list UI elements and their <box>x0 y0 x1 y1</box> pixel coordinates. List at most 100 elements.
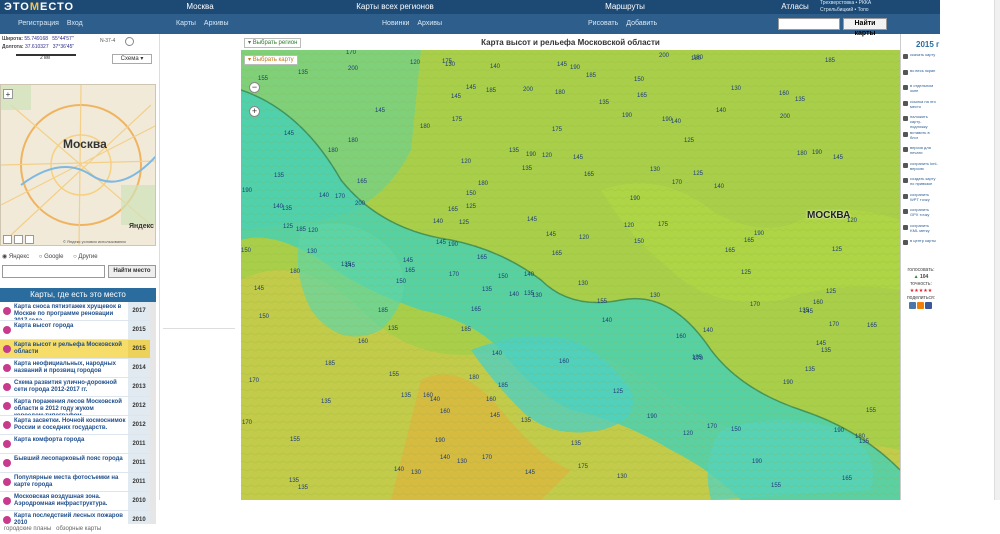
map-tool-link[interactable]: сохранить WPT точку <box>902 192 938 206</box>
map-list-item[interactable]: Карта поражения лесов Московской области… <box>0 397 150 416</box>
radio-google[interactable]: ○ Google <box>39 254 68 260</box>
page-scrollbar[interactable] <box>994 0 1000 500</box>
tool-icon <box>903 85 908 90</box>
map-tool-link[interactable]: создать карту по привязке <box>902 176 938 190</box>
elevation-label: 165 <box>842 476 853 482</box>
select-map-button[interactable]: ▾ Выбрать карту <box>244 55 298 65</box>
map-list-item[interactable]: Карта высот города 2015 <box>0 321 150 340</box>
accuracy-stars[interactable]: ★★★★★ <box>903 288 939 295</box>
map-zoom-out[interactable]: − <box>249 82 260 93</box>
routes-draw-link[interactable]: Рисовать <box>588 20 618 27</box>
map-list-item-title[interactable]: Карта сноса пятиэтажек хрущевок в Москве… <box>14 302 126 320</box>
login-link[interactable]: Вход <box>67 20 83 27</box>
map-list-item[interactable]: Бывший лесопарковый пояс города 2011 <box>0 454 150 473</box>
find-maps-button[interactable]: Найти карты <box>843 18 887 37</box>
map-tool-link[interactable]: сохранить GPX точку <box>902 207 938 221</box>
maps-list-scrollbar[interactable] <box>150 302 156 524</box>
site-logo[interactable]: ЭТОМЕСТО <box>4 1 74 13</box>
regions-archives-link[interactable]: Архивы <box>417 20 442 27</box>
elevation-label: 135 <box>341 262 352 268</box>
select-region-button[interactable]: ▾ Выбрать регион <box>244 38 302 48</box>
map-tool-link[interactable]: во весь экран <box>902 68 938 82</box>
ruler-icon[interactable] <box>25 235 34 244</box>
search-icon[interactable] <box>14 235 23 244</box>
thumbs-up-icon[interactable]: ▲ <box>914 274 919 280</box>
city-plans-link[interactable]: городские планы <box>4 526 51 532</box>
elevation-label: 190 <box>435 438 446 444</box>
map-tool-link[interactable]: наложить карту-подложку <box>902 114 938 129</box>
atlas-link-1[interactable]: Трехверстовка • РККА <box>820 0 871 7</box>
elevation-label: 135 <box>298 485 309 491</box>
elevation-map[interactable]: МОСКВА − + 135 140 145 160 180 140 175 165 145 14… <box>241 50 900 500</box>
map-list-item[interactable]: Карта комфорта города 2011 <box>0 435 150 454</box>
map-list-item-title[interactable]: Карта высот города <box>14 321 126 339</box>
elevation-label: 130 <box>731 86 742 92</box>
elevation-label: 190 <box>448 242 459 248</box>
elevation-label: 145 <box>816 341 827 347</box>
moscow-archives-link[interactable]: Архивы <box>204 20 229 27</box>
map-zoom-in[interactable]: + <box>249 106 260 117</box>
routes-add-link[interactable]: Добавить <box>626 20 657 27</box>
nav-section-all-regions[interactable]: Карты всех регионов <box>300 0 490 14</box>
nav-section-moscow[interactable]: Москва <box>160 0 240 14</box>
map-tool-link[interactable]: скачать карту <box>902 52 938 66</box>
facebook-share-icon[interactable] <box>925 302 932 309</box>
elevation-label: 145 <box>833 155 844 161</box>
map-tool-link[interactable]: сохранить kml-версию <box>902 161 938 175</box>
map-list-item[interactable]: Популярные места фотосъемки на карте гор… <box>0 473 150 492</box>
map-list-item[interactable]: Карта сноса пятиэтажек хрущевок в Москве… <box>0 302 150 321</box>
map-list-item-title[interactable]: Карта неофициальных, народных названий и… <box>14 359 126 377</box>
map-list-item[interactable]: Карта высот и рельефа Московской области… <box>0 340 150 359</box>
elevation-label: 135 <box>298 70 309 76</box>
map-list-item-title[interactable]: Московская воздушная зона. Аэродромная и… <box>14 492 126 510</box>
map-list-item-title[interactable]: Бывший лесопарковый пояс города <box>14 454 126 472</box>
elevation-label: 140 <box>492 351 503 357</box>
map-list-item-title[interactable]: Карта засветки. Ночной космоснимок Росси… <box>14 416 126 434</box>
radio-other[interactable]: ○ Другие <box>73 254 102 260</box>
compass-icon[interactable] <box>125 37 134 46</box>
elevation-label: 145 <box>284 131 295 137</box>
elevation-label: 155 <box>258 76 269 82</box>
map-list-item-title[interactable]: Карта высот и рельефа Московской области <box>14 340 126 358</box>
map-list-item-title[interactable]: Карта комфорта города <box>14 435 126 453</box>
regions-new-link[interactable]: Новинки <box>382 20 409 27</box>
vk-share-icon[interactable] <box>909 302 916 309</box>
elevation-label: 135 <box>521 418 532 424</box>
moscow-city-label: МОСКВА <box>807 210 851 221</box>
map-tool-link[interactable]: в центр карты <box>902 238 938 252</box>
map-tool-link[interactable]: в отдельном окне <box>902 83 938 97</box>
map-tool-link[interactable]: сохранить KML метку <box>902 223 938 237</box>
pin-icon[interactable] <box>3 235 12 244</box>
map-list-item[interactable]: Карта засветки. Ночной космоснимок Росси… <box>0 416 150 435</box>
nav-section-routes[interactable]: Маршруты <box>520 0 730 14</box>
mini-map-zoom-in[interactable]: + <box>3 89 13 99</box>
map-list-item-title[interactable]: Популярные места фотосъемки на карте гор… <box>14 473 126 491</box>
map-list-item-title[interactable]: Карта поражения лесов Московской области… <box>14 397 126 415</box>
map-bullet-icon <box>3 402 11 410</box>
map-list-item[interactable]: Карта последствий лесных пожаров 2010 201… <box>0 511 150 524</box>
map-list-item[interactable]: Карта неофициальных, народных названий и… <box>0 359 150 378</box>
mini-map-tools <box>3 235 51 245</box>
tool-icon <box>903 131 908 137</box>
mini-map[interactable]: + Москва Яндекс © Яндекс условия использ… <box>0 84 156 246</box>
map-list-item-title[interactable]: Схема развития улично-дорожной сети горо… <box>14 378 126 396</box>
find-place-button[interactable]: Найти место <box>108 265 156 278</box>
mini-map-roads <box>1 85 155 245</box>
map-tool-link[interactable]: версия для печати <box>902 145 938 159</box>
map-type-dropdown[interactable]: Схема ▾ <box>112 54 152 64</box>
map-tool-link[interactable]: ссылка на это место <box>902 99 938 113</box>
overview-maps-link[interactable]: обзорные карты <box>56 526 101 532</box>
map-list-item-year: 2012 <box>128 397 150 415</box>
map-list-item[interactable]: Московская воздушная зона. Аэродромная и… <box>0 492 150 511</box>
map-list-item-title[interactable]: Карта последствий лесных пожаров 2010 <box>14 511 126 524</box>
elevation-label: 135 <box>599 100 610 106</box>
ok-share-icon[interactable] <box>917 302 924 309</box>
map-tool-link[interactable]: вставить в блог <box>902 130 938 144</box>
register-link[interactable]: Регистрация <box>18 20 59 27</box>
moscow-maps-link[interactable]: Карты <box>176 20 196 27</box>
radio-yandex[interactable]: ◉ Яндекс <box>2 254 33 260</box>
site-search-input[interactable] <box>778 18 840 30</box>
atlas-link-2[interactable]: Стрельбицкий • Топо <box>820 7 871 14</box>
map-list-item[interactable]: Схема развития улично-дорожной сети горо… <box>0 378 150 397</box>
place-search-input[interactable] <box>2 265 105 278</box>
